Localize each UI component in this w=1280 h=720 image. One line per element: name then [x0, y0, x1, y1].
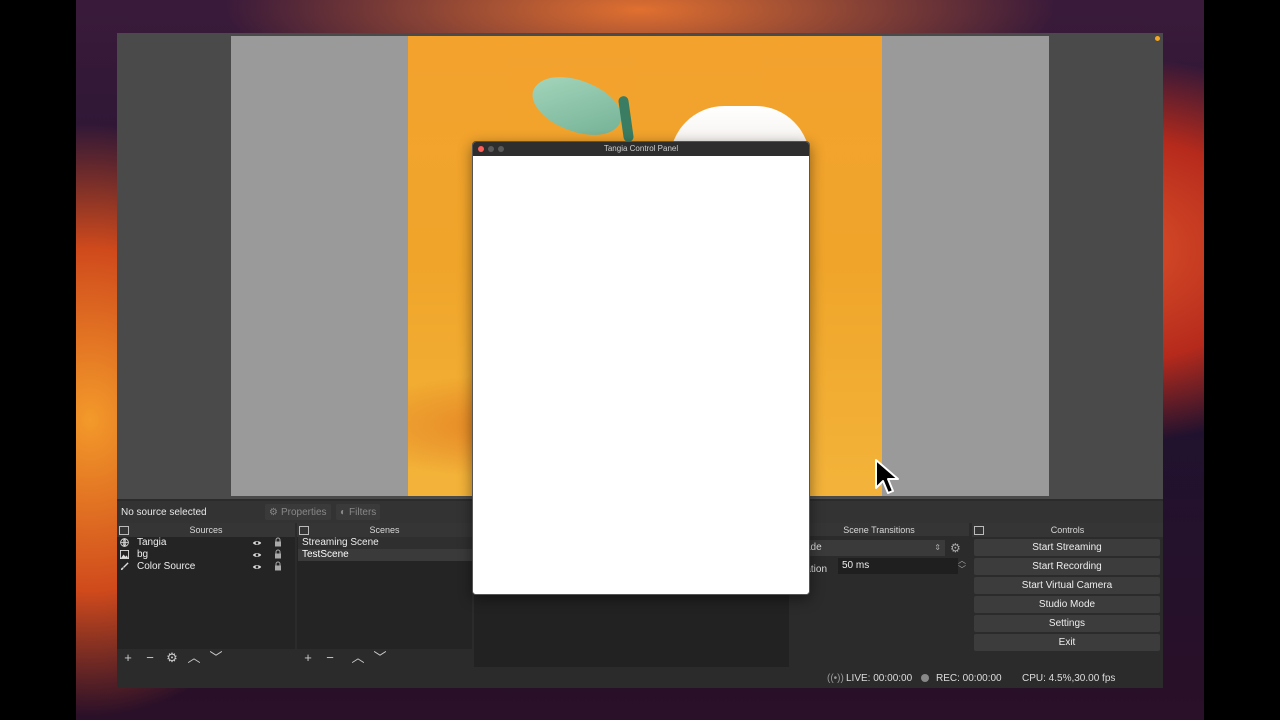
- start-recording-button[interactable]: Start Recording: [974, 558, 1160, 575]
- sources-toolbar: + − ⚙ ︿ ﹀: [121, 650, 223, 666]
- eye-icon[interactable]: [252, 538, 262, 548]
- properties-label: Properties: [280, 506, 327, 518]
- sources-dock-header: Sources: [117, 523, 295, 537]
- spinner-icon[interactable]: ︿ ﹀: [958, 556, 966, 574]
- remove-icon[interactable]: −: [323, 651, 337, 665]
- cpu-stats: CPU: 4.5%,30.00 fps: [1022, 673, 1116, 684]
- scene-item-testscene[interactable]: TestScene: [298, 549, 476, 561]
- exit-button[interactable]: Exit: [974, 634, 1160, 651]
- tangia-control-panel-window[interactable]: Tangia Control Panel: [472, 141, 810, 595]
- chevron-up-icon[interactable]: ︿: [187, 651, 201, 665]
- rec-time: REC: 00:00:00: [936, 673, 1002, 684]
- record-dot-icon: [921, 674, 929, 682]
- image-icon: [120, 550, 129, 559]
- controls-dock-header: Controls: [972, 523, 1163, 537]
- updown-icon: ⇕: [934, 543, 941, 552]
- status-bar: ((•)) LIVE: 00:00:00 REC: 00:00:00 CPU: …: [117, 669, 1163, 688]
- stem-shape: [617, 95, 635, 143]
- dock-float-icon[interactable]: [119, 526, 129, 535]
- chevron-down-icon[interactable]: ﹀: [209, 651, 223, 665]
- no-source-label: No source selected: [121, 507, 207, 518]
- sources-list: Tangia bg Color Source: [117, 537, 295, 649]
- mouse-cursor-icon: [875, 459, 899, 494]
- desktop-wallpaper: No source selected ⚙ Properties ◐ Filter…: [0, 0, 1280, 720]
- scenes-toolbar: + − ︿ ﹀: [301, 650, 387, 666]
- start-streaming-button[interactable]: Start Streaming: [974, 539, 1160, 556]
- close-icon[interactable]: [478, 146, 484, 152]
- letterbox-left: [0, 0, 76, 720]
- letterbox-right: [1204, 0, 1280, 720]
- dock-float-icon[interactable]: [974, 526, 984, 535]
- source-label: Color Source: [137, 561, 196, 572]
- duration-input[interactable]: 50 ms: [838, 558, 958, 574]
- chevron-up-icon[interactable]: ︿: [351, 651, 365, 665]
- dock-float-icon[interactable]: [299, 526, 309, 535]
- scenes-title: Scenes: [369, 525, 400, 535]
- lock-icon[interactable]: [274, 537, 282, 547]
- filters-button[interactable]: ◐ Filters: [336, 504, 381, 520]
- window-content[interactable]: [473, 156, 809, 594]
- filters-label: Filters: [349, 506, 377, 518]
- duration-value: 50 ms: [842, 560, 870, 571]
- source-label: Tangia: [137, 537, 167, 548]
- lock-icon[interactable]: [274, 561, 282, 571]
- sources-title: Sources: [189, 525, 223, 535]
- eye-icon[interactable]: [252, 562, 262, 572]
- scene-item-streaming-scene[interactable]: Streaming Scene: [298, 537, 476, 549]
- live-time: LIVE: 00:00:00: [846, 673, 913, 684]
- controls-title: Controls: [1050, 525, 1085, 535]
- leaf-shape: [524, 61, 630, 151]
- transitions-dock-header: Scene Transitions: [789, 523, 969, 537]
- start-virtual-camera-button[interactable]: Start Virtual Camera: [974, 577, 1160, 594]
- window-titlebar[interactable]: Tangia Control Panel: [473, 142, 809, 156]
- eye-icon[interactable]: [252, 550, 262, 560]
- scenes-list: Streaming Scene TestScene: [297, 537, 476, 649]
- lock-icon[interactable]: [274, 549, 282, 559]
- transition-type-select[interactable]: ade ⇕: [802, 540, 945, 556]
- source-item-tangia[interactable]: Tangia: [117, 537, 295, 549]
- chevron-down-icon[interactable]: ﹀: [373, 651, 387, 665]
- broadcast-icon: ((•)): [827, 673, 844, 684]
- window-title: Tangia Control Panel: [603, 144, 679, 153]
- gear-icon: ⚙: [269, 506, 278, 518]
- maximize-icon[interactable]: [498, 146, 504, 152]
- add-icon[interactable]: +: [121, 651, 135, 665]
- filter-icon: ◐: [340, 506, 347, 518]
- transitions-panel: ade ⇕ ⚙ ration 50 ms ︿ ﹀: [802, 536, 972, 666]
- add-icon[interactable]: +: [301, 651, 315, 665]
- source-label: bg: [137, 549, 149, 560]
- scenes-dock-header: Scenes: [297, 523, 472, 537]
- properties-button[interactable]: ⚙ Properties: [265, 504, 331, 520]
- settings-button[interactable]: Settings: [974, 615, 1160, 632]
- remove-icon[interactable]: −: [143, 651, 157, 665]
- paint-brush-icon: [120, 562, 129, 571]
- transitions-title: Scene Transitions: [843, 525, 915, 535]
- gear-icon[interactable]: ⚙: [950, 541, 961, 555]
- gear-icon[interactable]: ⚙: [165, 651, 179, 665]
- minimize-icon[interactable]: [488, 146, 494, 152]
- window-indicator-dot: [1155, 36, 1160, 41]
- studio-mode-button[interactable]: Studio Mode: [974, 596, 1160, 613]
- globe-icon: [120, 538, 129, 547]
- source-item-bg[interactable]: bg: [117, 549, 295, 561]
- source-item-color-source[interactable]: Color Source: [117, 561, 295, 573]
